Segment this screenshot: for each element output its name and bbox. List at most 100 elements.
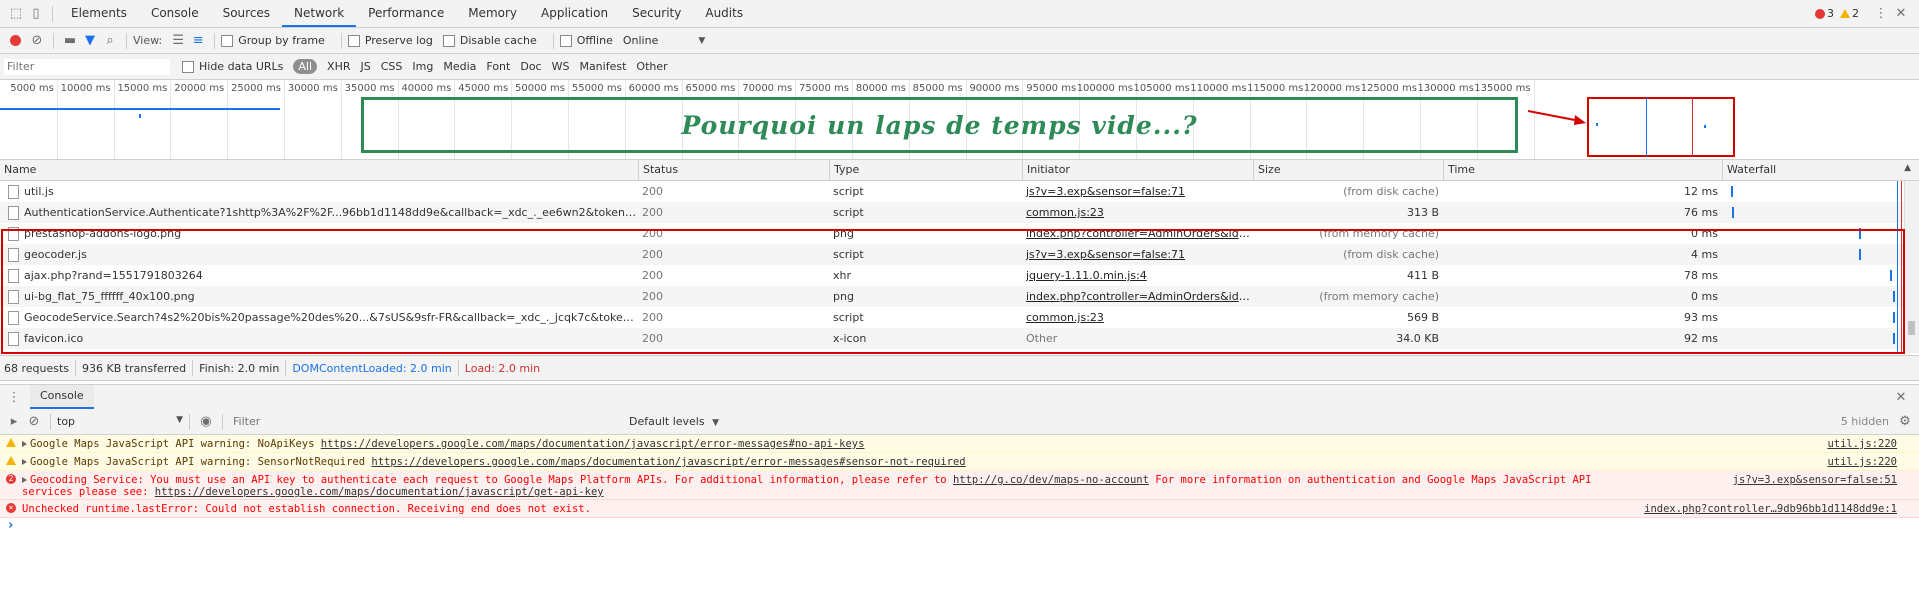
console-message-link[interactable]: https://developers.google.com/maps/docum… xyxy=(321,438,865,450)
filter-type-css[interactable]: CSS xyxy=(381,60,403,73)
disable-cache-checkbox[interactable] xyxy=(442,34,455,47)
timeline-tick: 20000 ms xyxy=(174,80,229,159)
drawer-menu-icon[interactable]: ⋮ xyxy=(4,387,24,407)
console-source-link[interactable]: util.js:220 xyxy=(1827,456,1897,468)
tab-memory[interactable]: Memory xyxy=(456,0,529,27)
tab-application[interactable]: Application xyxy=(529,0,620,27)
filter-type-img[interactable]: Img xyxy=(412,60,433,73)
timeline-tick-label: 15000 ms xyxy=(117,83,168,94)
timeline-tick-label: 45000 ms xyxy=(458,83,509,94)
timeline-tick-label: 95000 ms xyxy=(1026,83,1077,94)
timeline-overview[interactable]: 5000 ms 10000 ms 15000 ms 20000 ms 25000 ms 3… xyxy=(0,80,1919,160)
column-header-type[interactable]: Type xyxy=(829,160,1022,180)
filter-type-ws[interactable]: WS xyxy=(552,60,570,73)
column-header-status[interactable]: Status xyxy=(638,160,829,180)
throttling-select[interactable]: Online xyxy=(623,34,658,47)
timeline-tick: 30000 ms xyxy=(288,80,342,159)
device-toolbar-icon[interactable]: ▯ xyxy=(26,4,46,24)
filter-input[interactable] xyxy=(4,58,170,75)
console-message-warn[interactable]: Google Maps JavaScript API warning: NoAp… xyxy=(0,435,1919,453)
sort-ascending-icon[interactable]: ▲ xyxy=(1904,163,1911,173)
search-icon[interactable]: ⌕ xyxy=(100,31,120,51)
error-count[interactable]: 3 xyxy=(1827,7,1834,20)
inspect-element-icon[interactable]: ⬚ xyxy=(6,4,26,24)
filter-type-doc[interactable]: Doc xyxy=(520,60,541,73)
console-settings-gear-icon[interactable]: ⚙ xyxy=(1895,412,1915,432)
tab-elements[interactable]: Elements xyxy=(59,0,139,27)
console-source-link[interactable]: index.php?controller…9db96bb1d1148dd9e:1 xyxy=(1644,503,1897,515)
console-message-err[interactable]: 2 Geocoding Service: You must use an API … xyxy=(0,471,1919,500)
console-message-link[interactable]: http://g.co/dev/maps-no-account xyxy=(953,474,1149,486)
chevron-down-icon[interactable]: ▼ xyxy=(698,36,705,46)
close-devtools-icon[interactable]: ✕ xyxy=(1891,4,1911,24)
preserve-log-checkbox[interactable] xyxy=(347,34,360,47)
filter-type-manifest[interactable]: Manifest xyxy=(579,60,626,73)
file-icon xyxy=(8,206,19,220)
capture-screenshots-icon[interactable]: ▬ xyxy=(60,31,80,51)
overview-icon[interactable]: ≡ xyxy=(188,31,208,51)
context-chevron-icon: ▼ xyxy=(176,415,183,425)
warning-icon xyxy=(6,456,16,465)
request-initiator[interactable]: common.js:23 xyxy=(1022,202,1253,223)
error-count-icon[interactable] xyxy=(1815,8,1825,19)
clear-icon[interactable]: ⊘ xyxy=(27,31,47,51)
timeline-tick-label: 35000 ms xyxy=(344,83,395,94)
hide-data-urls-checkbox[interactable] xyxy=(182,60,194,73)
tab-security[interactable]: Security xyxy=(620,0,693,27)
request-initiator[interactable]: js?v=3.exp&sensor=false:71 xyxy=(1022,181,1253,202)
column-header-waterfall[interactable]: Waterfall xyxy=(1722,160,1919,180)
expand-caret-icon[interactable] xyxy=(22,459,27,465)
offline-checkbox[interactable] xyxy=(559,34,572,47)
filter-type-xhr[interactable]: XHR xyxy=(327,60,350,73)
filter-type-js[interactable]: JS xyxy=(361,60,371,73)
group-by-frame-checkbox[interactable] xyxy=(221,34,234,47)
console-clear-icon[interactable]: ⊘ xyxy=(24,412,44,432)
filter-type-font[interactable]: Font xyxy=(486,60,510,73)
console-message-link-2[interactable]: https://developers.google.com/maps/docum… xyxy=(155,486,604,498)
log-levels-select[interactable]: Default levels ▼ xyxy=(629,415,719,428)
table-row[interactable]: AuthenticationService.Authenticate?1shtt… xyxy=(0,202,1905,223)
tab-network[interactable]: Network xyxy=(282,0,357,27)
drawer-tab-console[interactable]: Console xyxy=(30,385,94,409)
close-drawer-icon[interactable]: ✕ xyxy=(1891,387,1911,407)
console-message-warn[interactable]: Google Maps JavaScript API warning: Sens… xyxy=(0,453,1919,471)
console-message-link[interactable]: https://developers.google.com/maps/docum… xyxy=(371,456,965,468)
column-header-size[interactable]: Size xyxy=(1253,160,1443,180)
warning-count-icon[interactable] xyxy=(1840,9,1850,18)
scrollbar-thumb[interactable] xyxy=(1908,321,1915,335)
console-filter-input[interactable] xyxy=(229,413,617,430)
timeline-tick-label: 90000 ms xyxy=(969,83,1020,94)
tab-sources[interactable]: Sources xyxy=(211,0,282,27)
console-source-link[interactable]: util.js:220 xyxy=(1827,438,1897,450)
context-select[interactable]: top ▼ xyxy=(57,415,183,428)
console-prompt[interactable]: › xyxy=(0,518,1919,534)
expand-caret-icon[interactable] xyxy=(22,441,27,447)
record-icon[interactable] xyxy=(10,35,21,46)
filter-type-media[interactable]: Media xyxy=(443,60,476,73)
tab-performance[interactable]: Performance xyxy=(356,0,456,27)
more-menu-icon[interactable]: ⋮ xyxy=(1871,4,1891,24)
console-message-err[interactable]: × Unchecked runtime.lastError: Could not … xyxy=(0,500,1919,518)
large-rows-icon[interactable]: ☰ xyxy=(168,31,188,51)
warning-count[interactable]: 2 xyxy=(1852,7,1859,20)
expand-caret-icon[interactable] xyxy=(22,477,27,483)
late-request-mark-1 xyxy=(1596,123,1598,126)
console-sidebar-icon[interactable]: ▸ xyxy=(4,412,24,432)
console-message-line: Google Maps JavaScript API warning: NoAp… xyxy=(22,435,1919,450)
column-header-initiator[interactable]: Initiator xyxy=(1022,160,1253,180)
waterfall-scrollbar[interactable] xyxy=(1904,181,1919,353)
filter-type-all[interactable]: All xyxy=(293,59,318,74)
column-header-time[interactable]: Time xyxy=(1443,160,1722,180)
filter-type-other[interactable]: Other xyxy=(636,60,667,73)
timeline-tick-label: 115000 ms xyxy=(1247,83,1304,94)
filter-icon[interactable]: ▼ xyxy=(80,31,100,51)
tab-console[interactable]: Console xyxy=(139,0,211,27)
dom-content-loaded-time: DOMContentLoaded: 2.0 min xyxy=(292,361,452,375)
table-row[interactable]: util.js 200 script js?v=3.exp&sensor=false:… xyxy=(0,181,1905,202)
column-header-name[interactable]: Name xyxy=(0,160,638,180)
request-size: 313 B xyxy=(1253,202,1443,223)
live-expression-eye-icon[interactable]: ◉ xyxy=(196,412,216,432)
preserve-log-label: Preserve log xyxy=(364,34,433,47)
tab-audits[interactable]: Audits xyxy=(693,0,755,27)
console-source-link[interactable]: js?v=3.exp&sensor=false:51 xyxy=(1733,474,1897,486)
